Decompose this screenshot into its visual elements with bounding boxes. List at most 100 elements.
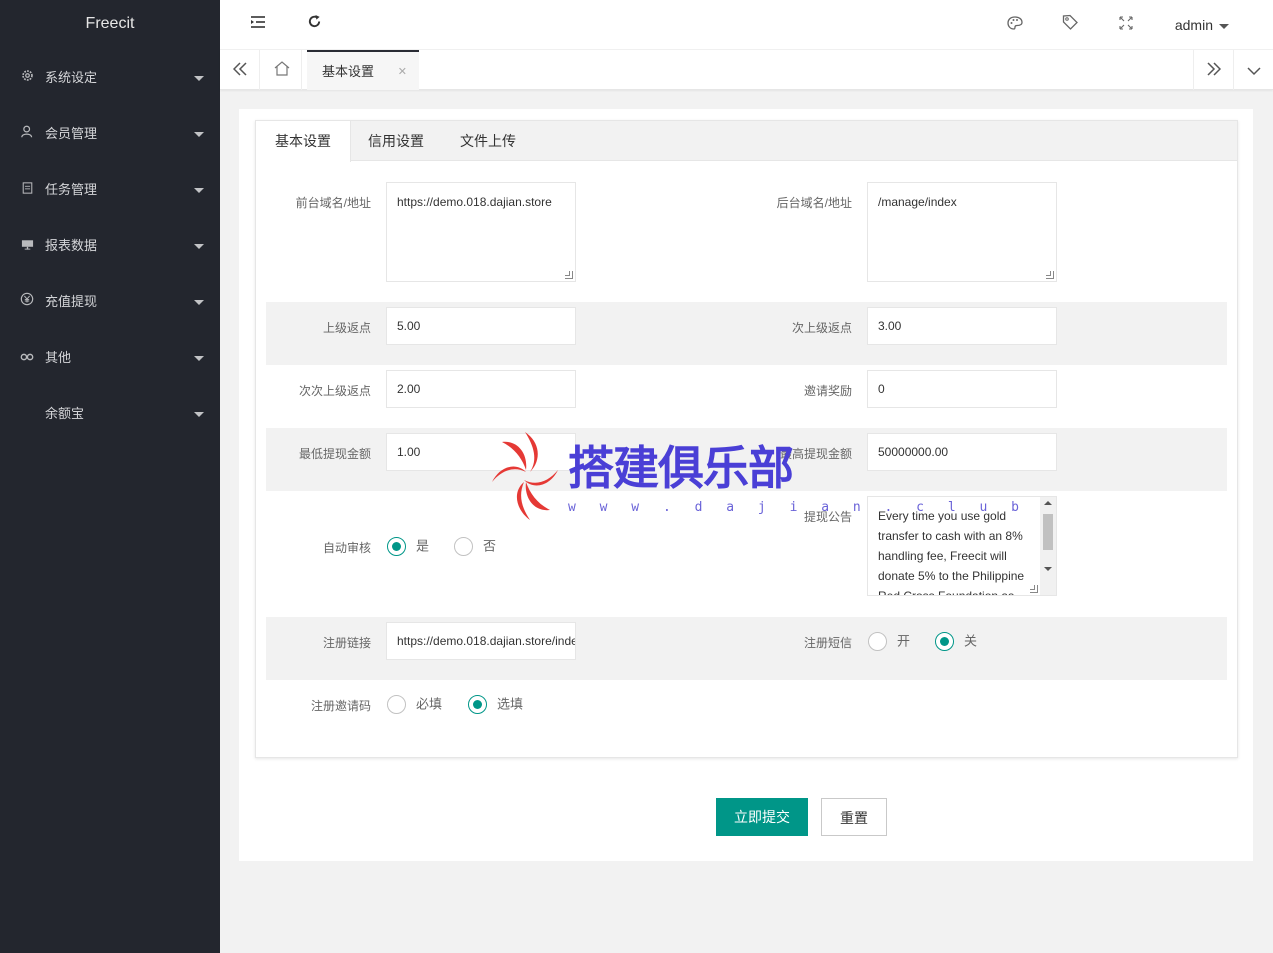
rebate2-label: 次上级返点: [791, 321, 852, 335]
caret-down-icon: [194, 188, 204, 193]
radio-checked-icon: [387, 537, 406, 557]
caret-down-icon: [194, 412, 204, 417]
withdraw-notice-value: Every time you use gold transfer to cash…: [878, 509, 1025, 596]
collapse-menu-icon[interactable]: [247, 14, 269, 36]
home-tab-button[interactable]: [262, 50, 302, 90]
scrollbar-thumb[interactable]: [1043, 514, 1053, 550]
reg-link-label: 注册链接: [322, 636, 371, 650]
report-icon: [19, 218, 35, 274]
main-content: 基本设置 信用设置 文件上传 前台域名/地址 https://demo.018.…: [239, 109, 1253, 861]
caret-down-icon: [194, 244, 204, 249]
invite-reward-label: 邀请奖励: [803, 384, 852, 398]
fullscreen-icon[interactable]: [1115, 14, 1137, 36]
reset-button[interactable]: 重置: [821, 798, 887, 836]
rebate3-input[interactable]: 2.00: [386, 370, 576, 408]
reg-link-input[interactable]: https://demo.018.dajian.store/index: [386, 622, 576, 660]
reg-invite-optional-radio[interactable]: 选填: [468, 694, 523, 715]
username: admin: [1174, 17, 1213, 33]
form-row-register-link-sms: 注册链接 https://demo.018.dajian.store/index…: [266, 617, 1227, 680]
min-withdraw-input[interactable]: 1.00: [386, 433, 576, 471]
reg-invite-label: 注册邀请码: [310, 699, 371, 713]
form-row-auto-review-notice: 自动审核 是 否 提现公告 Every time you use gold tr…: [266, 491, 1227, 617]
auto-review-no-radio[interactable]: 否: [454, 536, 496, 557]
tab-file-upload[interactable]: 文件上传: [441, 121, 535, 162]
caret-down-icon: [194, 300, 204, 305]
form-row-register-invite: 注册邀请码 必填 选填: [266, 680, 1227, 743]
reg-invite-required-radio[interactable]: 必填: [387, 694, 442, 715]
list-icon: [19, 162, 35, 218]
resize-handle-icon[interactable]: [1046, 271, 1054, 279]
withdraw-notice-textarea[interactable]: Every time you use gold transfer to cash…: [867, 496, 1057, 596]
sidebar-item-system-settings[interactable]: 系统设定: [0, 50, 220, 106]
chevron-down-icon: [1246, 60, 1261, 80]
max-withdraw-label: 最高提现金额: [779, 447, 852, 461]
yen-icon: [19, 274, 35, 330]
caret-down-icon: [194, 76, 204, 81]
sidebar-item-other[interactable]: 其他: [0, 330, 220, 386]
caret-down-icon: [194, 132, 204, 137]
user-icon: [19, 106, 35, 162]
gear-icon: [19, 50, 35, 106]
top-header: admin: [220, 0, 1273, 50]
sidebar-item-label: 系统设定: [45, 70, 98, 85]
theme-palette-icon[interactable]: [1004, 14, 1026, 36]
auto-review-yes-radio[interactable]: 是: [387, 536, 429, 557]
refresh-icon[interactable]: [303, 14, 325, 36]
sidebar-item-label: 任务管理: [45, 182, 98, 197]
sidebar-item-recharge-withdraw[interactable]: 充值提现: [0, 274, 220, 330]
sidebar: Freecit 系统设定 会员管理 任务管理 报表数据 充值提现 其他 余额宝: [0, 0, 220, 953]
submit-button[interactable]: 立即提交: [716, 798, 808, 836]
tag-icon[interactable]: [1059, 14, 1081, 36]
withdraw-notice-label: 提现公告: [803, 510, 852, 524]
link-icon: [19, 330, 35, 386]
caret-down-icon: [1219, 23, 1229, 29]
sidebar-item-reports[interactable]: 报表数据: [0, 218, 220, 274]
auto-review-label: 自动审核: [322, 541, 371, 555]
user-menu[interactable]: admin: [1175, 0, 1229, 50]
rebate1-label: 上级返点: [322, 321, 371, 335]
radio-checked-icon: [935, 632, 954, 652]
reg-sms-on-radio[interactable]: 开: [868, 631, 910, 652]
tabs-scroll-right-button[interactable]: [1193, 50, 1233, 90]
form-row-rebates: 上级返点 5.00 次上级返点 3.00: [266, 302, 1227, 365]
sidebar-item-label: 充值提现: [45, 294, 98, 309]
rebate3-label: 次次上级返点: [298, 384, 371, 398]
radio-unchecked-icon: [868, 632, 887, 652]
front-domain-textarea[interactable]: https://demo.018.dajian.store: [386, 182, 576, 282]
double-chevron-left-icon: [232, 60, 247, 80]
front-domain-label: 前台域名/地址: [295, 196, 371, 210]
rebate1-input[interactable]: 5.00: [386, 307, 576, 345]
tabs-scroll-left-button[interactable]: [220, 50, 260, 90]
caret-down-icon: [194, 356, 204, 361]
app-logo: Freecit: [85, 15, 135, 32]
scroll-up-icon[interactable]: [1044, 501, 1052, 505]
tab-label: 基本设置: [322, 64, 375, 79]
sidebar-item-tasks[interactable]: 任务管理: [0, 162, 220, 218]
sidebar-item-yuebao[interactable]: 余额宝: [0, 386, 220, 442]
home-icon: [274, 60, 290, 80]
close-icon[interactable]: ✕: [398, 52, 407, 92]
form-tabs: 基本设置 信用设置 文件上传: [256, 121, 1237, 162]
tab-basic[interactable]: 基本设置: [256, 121, 351, 162]
min-withdraw-label: 最低提现金额: [298, 447, 371, 461]
scroll-down-icon[interactable]: [1044, 567, 1052, 571]
resize-handle-icon[interactable]: [565, 271, 573, 279]
sidebar-item-members[interactable]: 会员管理: [0, 106, 220, 162]
rebate2-input[interactable]: 3.00: [867, 307, 1057, 345]
back-domain-textarea[interactable]: /manage/index: [867, 182, 1057, 282]
max-withdraw-input[interactable]: 50000000.00: [867, 433, 1057, 471]
back-domain-value: /manage/index: [878, 195, 957, 209]
tabs-menu-button[interactable]: [1233, 50, 1273, 90]
scrollbar[interactable]: [1040, 497, 1056, 595]
form-row-withdraw-limits: 最低提现金额 1.00 最高提现金额 50000000.00: [266, 428, 1227, 491]
back-domain-label: 后台域名/地址: [776, 196, 852, 210]
invite-reward-input[interactable]: 0: [867, 370, 1057, 408]
tab-basic-settings[interactable]: 基本设置 ✕: [307, 50, 419, 90]
resize-handle-icon[interactable]: [1030, 585, 1038, 593]
settings-form-card: 基本设置 信用设置 文件上传 前台域名/地址 https://demo.018.…: [255, 120, 1238, 758]
sidebar-item-label: 会员管理: [45, 126, 98, 141]
radio-unchecked-icon: [387, 695, 406, 715]
form-row-domains: 前台域名/地址 https://demo.018.dajian.store 后台…: [266, 162, 1227, 302]
tab-credit[interactable]: 信用设置: [349, 121, 443, 162]
reg-sms-off-radio[interactable]: 关: [935, 631, 977, 652]
